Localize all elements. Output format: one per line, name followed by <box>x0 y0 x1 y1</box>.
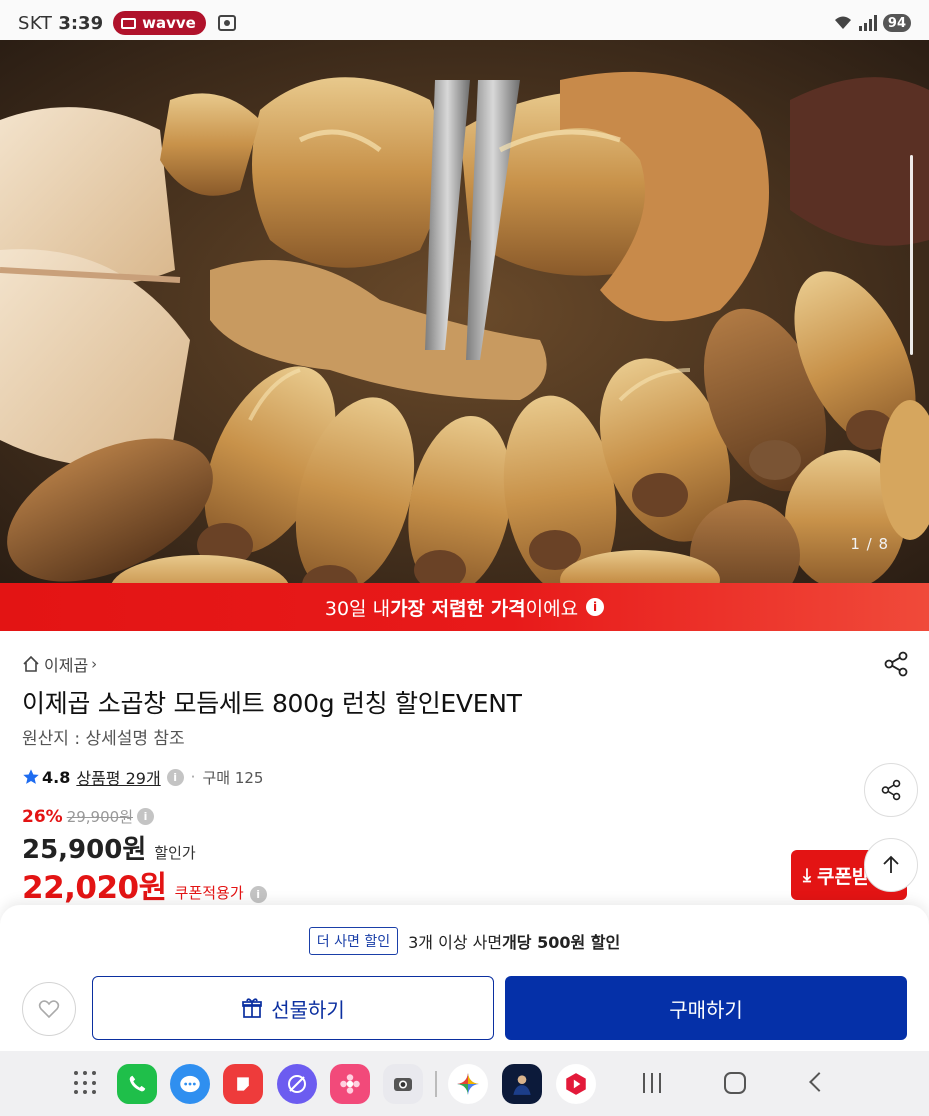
floating-share-button[interactable] <box>864 763 918 817</box>
bulk-discount-prefix: 3개 이상 사면 <box>408 933 503 952</box>
origin-info: 원산지 : 상세설명 참조 <box>22 729 185 749</box>
banner-text-prefix: 30일 내 <box>324 597 391 620</box>
clock: 3:39 <box>58 12 104 34</box>
info-icon[interactable]: i <box>137 808 154 825</box>
product-image-carousel[interactable]: 1 / 8 <box>0 40 929 583</box>
fc-game-app-icon[interactable] <box>502 1064 542 1104</box>
system-taskbar <box>0 1051 929 1116</box>
buy-button-label: 구매하기 <box>669 997 743 1022</box>
gift-button-label: 선물하기 <box>271 997 345 1022</box>
product-photo <box>0 40 929 583</box>
arrow-up-icon <box>883 855 899 873</box>
screenshot-icon <box>217 15 236 31</box>
gallery-app-icon[interactable] <box>330 1064 370 1104</box>
lowest-price-banner[interactable]: 30일 내 가장 저렴한 가격 이에요 i <box>0 583 929 631</box>
coupon-price-row: 22,020원 쿠폰적용가 i <box>22 862 267 907</box>
product-title: 이제곱 소곱창 모듬세트 800g 런칭 할인EVENT <box>22 689 522 718</box>
original-price: 29,900원 <box>66 808 133 826</box>
battery-indicator: 94 <box>882 14 911 32</box>
signal-icon <box>858 15 877 31</box>
breadcrumb-store-name[interactable]: 이제곱 <box>44 652 88 676</box>
browser-app-icon[interactable] <box>277 1064 317 1104</box>
coupon-price: 22,020원 <box>22 870 167 906</box>
rating-value: 4.8 <box>42 767 71 787</box>
image-counter: 1 / 8 <box>850 535 889 553</box>
info-icon[interactable]: i <box>249 886 267 903</box>
bulk-discount-notice: 더 사면 할인 3개 이상 사면 개당 500원 할인 <box>0 927 929 955</box>
taskbar-divider <box>435 1071 437 1097</box>
star-icon <box>23 769 39 784</box>
wishlist-button[interactable] <box>22 982 76 1036</box>
download-icon: ⤓ <box>803 864 811 886</box>
discount-rate: 26% <box>22 806 63 827</box>
heart-icon <box>38 1000 60 1019</box>
bulk-discount-tag: 더 사면 할인 <box>308 927 399 955</box>
phone-app-icon[interactable] <box>117 1064 157 1104</box>
carrier-label: SKT <box>18 12 53 34</box>
sale-price-row: 25,900원 할인가 <box>22 829 196 866</box>
home-button[interactable] <box>724 1072 746 1094</box>
app-drawer-icon[interactable] <box>74 1071 98 1095</box>
scroll-to-top-button[interactable] <box>864 838 918 892</box>
sale-price-label: 할인가 <box>154 844 196 862</box>
wifi-icon <box>834 16 851 29</box>
share-icon[interactable] <box>882 650 910 678</box>
notes-app-icon[interactable] <box>223 1064 263 1104</box>
messages-app-icon[interactable] <box>170 1064 210 1104</box>
bulk-discount-amount: 개당 500원 할인 <box>502 933 621 952</box>
buy-button[interactable]: 구매하기 <box>505 976 907 1040</box>
gift-button[interactable]: 선물하기 <box>92 976 494 1040</box>
video-app-icon[interactable] <box>556 1064 596 1104</box>
purchase-count: 구매 125 <box>202 768 264 787</box>
media-notification-chip[interactable]: wavve <box>113 11 206 35</box>
banner-text-bold: 가장 저렴한 가격 <box>390 597 526 620</box>
chevron-right-icon: › <box>91 655 98 673</box>
share-icon <box>881 779 901 801</box>
recent-apps-button[interactable] <box>643 1073 661 1093</box>
info-icon[interactable]: i <box>166 768 184 786</box>
coupon-price-label: 쿠폰적용가 <box>174 884 244 902</box>
separator-dot: · <box>190 768 196 786</box>
discount-row: 26% 29,900원 i <box>22 806 154 827</box>
breadcrumb[interactable]: 이제곱 › <box>22 652 97 676</box>
rating-row: 4.8 상품평 29개 i · 구매 125 <box>22 765 263 789</box>
gemini-app-icon[interactable] <box>448 1064 488 1104</box>
sale-price: 25,900원 <box>22 835 147 865</box>
info-icon[interactable]: i <box>586 598 605 616</box>
purchase-bottom-sheet: 더 사면 할인 3개 이상 사면 개당 500원 할인 선물하기 구매하기 <box>0 905 929 1051</box>
home-icon <box>23 655 39 672</box>
gift-icon <box>242 998 263 1018</box>
tv-icon <box>121 17 137 29</box>
back-button[interactable] <box>809 1072 829 1092</box>
banner-text-suffix: 이에요 <box>525 597 579 620</box>
review-count-link[interactable]: 상품평 29개 <box>76 765 160 789</box>
camera-app-icon[interactable] <box>383 1064 423 1104</box>
scrollbar[interactable] <box>910 155 913 355</box>
media-app-label: wavve <box>142 14 196 32</box>
